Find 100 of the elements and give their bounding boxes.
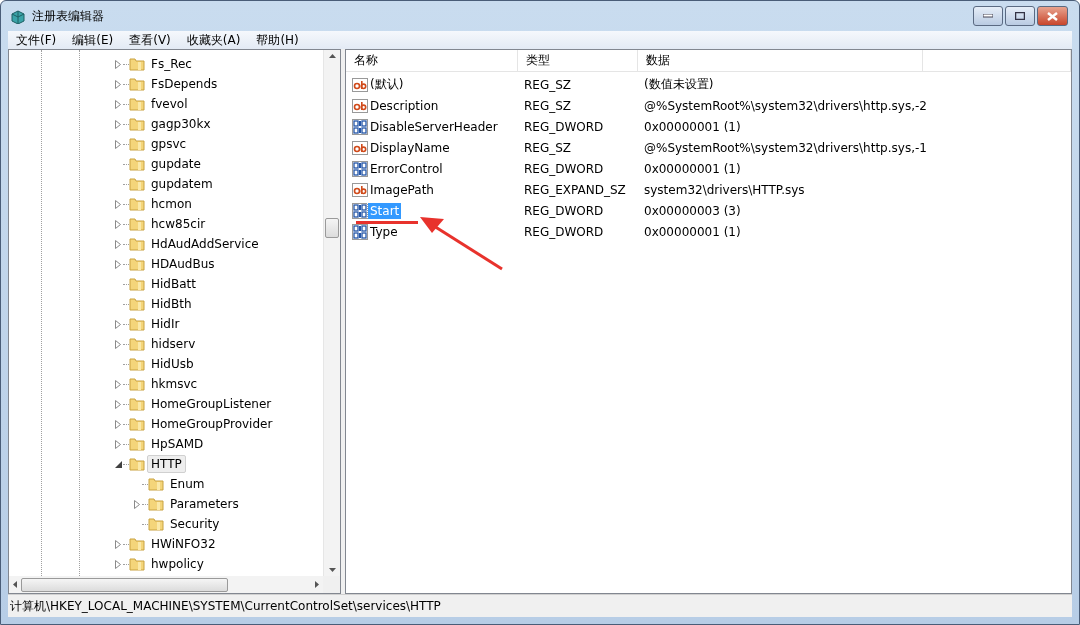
scroll-right-icon[interactable] bbox=[315, 581, 319, 588]
folder-icon bbox=[129, 456, 145, 472]
menu-item[interactable]: 查看(V) bbox=[123, 31, 177, 49]
tree-item[interactable]: Security bbox=[166, 515, 224, 533]
expand-arrow-icon[interactable] bbox=[115, 119, 121, 129]
expand-arrow-icon[interactable] bbox=[134, 499, 140, 509]
tree-item[interactable]: Fs_Rec bbox=[147, 55, 196, 73]
scroll-down-icon[interactable] bbox=[328, 568, 336, 572]
folder-icon bbox=[129, 396, 145, 412]
expand-arrow-icon[interactable] bbox=[115, 339, 121, 349]
close-button[interactable] bbox=[1037, 6, 1068, 26]
folder-icon bbox=[129, 436, 145, 452]
folder-icon bbox=[129, 256, 145, 272]
value-data: system32\drivers\HTTP.sys bbox=[643, 181, 806, 199]
expand-arrow-icon[interactable] bbox=[115, 379, 121, 389]
tree-item[interactable]: HdAudAddService bbox=[147, 235, 263, 253]
folder-icon bbox=[148, 496, 164, 512]
expand-arrow-icon[interactable] bbox=[115, 219, 121, 229]
value-data: 0x00000001 (1) bbox=[643, 223, 742, 241]
close-icon bbox=[1047, 11, 1058, 21]
value-name[interactable]: DisableServerHeader bbox=[368, 118, 500, 135]
tree-item[interactable]: HpSAMD bbox=[147, 435, 208, 453]
tree-item[interactable]: hkmsvc bbox=[147, 375, 202, 393]
expand-arrow-icon[interactable] bbox=[115, 559, 121, 569]
tree-item[interactable]: HidBth bbox=[147, 295, 196, 313]
scroll-left-icon[interactable] bbox=[13, 581, 17, 588]
tree-item[interactable]: fvevol bbox=[147, 95, 192, 113]
tree-item[interactable]: hwpolicy bbox=[147, 555, 208, 573]
scroll-thumb[interactable] bbox=[325, 218, 339, 238]
menu-item[interactable]: 帮助(H) bbox=[250, 31, 305, 49]
value-type: REG_SZ bbox=[523, 139, 573, 157]
value-name[interactable]: DisplayName bbox=[368, 139, 452, 156]
tree-item[interactable]: FsDepends bbox=[147, 75, 222, 93]
value-name[interactable]: ImagePath bbox=[368, 181, 436, 198]
expand-arrow-icon[interactable] bbox=[115, 539, 121, 549]
tree-item[interactable]: HomeGroupProvider bbox=[147, 415, 277, 433]
tree-item[interactable]: HTTP bbox=[147, 455, 186, 473]
tree-item[interactable]: gupdate bbox=[147, 155, 205, 173]
folder-icon bbox=[129, 536, 145, 552]
expand-arrow-icon[interactable] bbox=[115, 239, 121, 249]
tree-item[interactable]: HidIr bbox=[147, 315, 184, 333]
tree-item[interactable]: gagp30kx bbox=[147, 115, 215, 133]
tree-item[interactable]: hcw85cir bbox=[147, 215, 210, 233]
value-name[interactable]: Type bbox=[368, 223, 400, 240]
value-name[interactable]: ErrorControl bbox=[368, 160, 445, 177]
minimize-button[interactable] bbox=[973, 6, 1003, 26]
menu-item[interactable]: 编辑(E) bbox=[66, 31, 120, 49]
scroll-up-icon[interactable] bbox=[328, 54, 336, 58]
expand-arrow-icon[interactable] bbox=[115, 259, 121, 269]
folder-icon bbox=[129, 116, 145, 132]
folder-icon bbox=[129, 96, 145, 112]
maximize-button[interactable] bbox=[1005, 6, 1035, 26]
folder-icon bbox=[129, 316, 145, 332]
value-data: @%SystemRoot%\system32\drivers\http.sys,-1 bbox=[643, 139, 928, 157]
tree-item[interactable]: HidBatt bbox=[147, 275, 200, 293]
expand-arrow-icon[interactable] bbox=[115, 439, 121, 449]
folder-icon bbox=[129, 56, 145, 72]
folder-icon bbox=[129, 136, 145, 152]
value-name[interactable]: Description bbox=[368, 97, 441, 114]
value-data: 0x00000001 (1) bbox=[643, 160, 742, 178]
binary-value-icon bbox=[352, 118, 368, 135]
tree-item[interactable]: hidserv bbox=[147, 335, 200, 353]
tree-item[interactable]: Enum bbox=[166, 475, 209, 493]
expand-arrow-icon[interactable] bbox=[115, 139, 121, 149]
folder-icon bbox=[129, 556, 145, 572]
value-name[interactable]: (默认) bbox=[368, 75, 406, 94]
vertical-scrollbar[interactable] bbox=[323, 50, 340, 576]
column-header[interactable]: 名称 bbox=[346, 50, 518, 72]
menu-item[interactable]: 收藏夹(A) bbox=[180, 31, 247, 49]
tree-item[interactable]: hcmon bbox=[147, 195, 196, 213]
tree-item[interactable]: Parameters bbox=[166, 495, 243, 513]
tree-item[interactable]: HDAudBus bbox=[147, 255, 219, 273]
value-type: REG_DWORD bbox=[523, 202, 605, 220]
expand-arrow-icon[interactable] bbox=[115, 419, 121, 429]
value-data: 0x00000003 (3) bbox=[643, 202, 742, 220]
tree-item[interactable]: HomeGroupListener bbox=[147, 395, 276, 413]
expand-arrow-icon[interactable] bbox=[115, 99, 121, 109]
expand-arrow-icon[interactable] bbox=[115, 319, 121, 329]
folder-icon bbox=[129, 76, 145, 92]
value-type: REG_DWORD bbox=[523, 118, 605, 136]
menu-item[interactable]: 文件(F) bbox=[10, 31, 63, 49]
tree-item[interactable]: HidUsb bbox=[147, 355, 198, 373]
minimize-icon bbox=[983, 14, 993, 18]
tree-item[interactable]: HWiNFO32 bbox=[147, 535, 220, 553]
column-header[interactable]: 类型 bbox=[518, 50, 638, 72]
expand-arrow-icon[interactable] bbox=[115, 59, 121, 69]
value-type: REG_EXPAND_SZ bbox=[523, 181, 627, 199]
expand-arrow-icon[interactable] bbox=[115, 399, 121, 409]
tree-item[interactable]: gpsvc bbox=[147, 135, 191, 153]
folder-icon bbox=[129, 156, 145, 172]
folder-icon bbox=[129, 216, 145, 232]
expand-arrow-icon[interactable] bbox=[115, 199, 121, 209]
value-type: REG_SZ bbox=[523, 97, 573, 115]
expand-arrow-icon[interactable] bbox=[115, 79, 121, 89]
scroll-thumb[interactable] bbox=[21, 577, 228, 592]
tree-item[interactable]: gupdatem bbox=[147, 175, 217, 193]
value-type: REG_SZ bbox=[523, 76, 573, 94]
collapse-arrow-icon[interactable] bbox=[114, 460, 122, 468]
horizontal-scrollbar[interactable] bbox=[9, 576, 323, 593]
column-header[interactable]: 数据 bbox=[638, 50, 923, 72]
